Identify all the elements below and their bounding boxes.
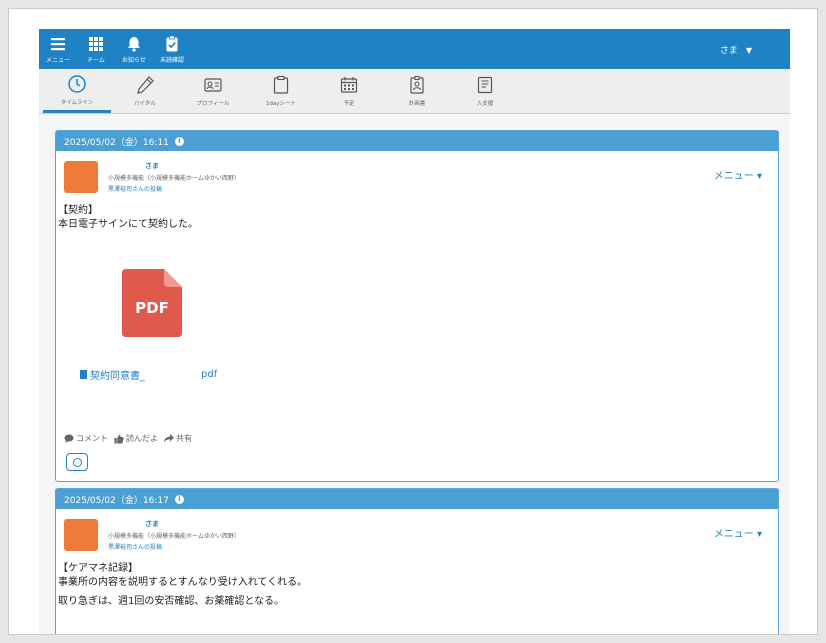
post-line: 事業所の内容を説明するとすんなり受け入れてくれる。	[58, 577, 308, 588]
author-post-label[interactable]: 黒澤裕司さんの投稿	[108, 542, 162, 551]
menu-label: メニュー	[45, 56, 70, 64]
tab-schedule[interactable]: 予定	[315, 69, 383, 113]
bell-icon	[128, 36, 140, 52]
tab-label: 1dayシート	[265, 101, 297, 107]
tab-profile[interactable]: プロフィール	[179, 69, 247, 113]
pen-icon	[137, 76, 154, 94]
attachment-extension[interactable]: pdf	[201, 369, 217, 380]
comment-icon	[64, 434, 74, 443]
like-button[interactable]: 読んだよ	[114, 433, 158, 444]
tab-vital[interactable]: バイタル	[111, 69, 179, 113]
attachment-link[interactable]: 契約同意書_ pdf	[80, 367, 217, 382]
author-organization: 小規模多機能（小規模多機能ホームゆかい西野）	[108, 533, 240, 540]
post-line: 本日電子サインにて契約した。	[58, 219, 198, 230]
smiley-icon	[72, 457, 82, 467]
caret-down-icon: ▼	[745, 46, 752, 55]
post-datetime: 2025/05/02（金）16:17	[64, 495, 169, 506]
tab-label: 予定	[343, 101, 355, 107]
comment-button[interactable]: コメント	[64, 433, 108, 444]
top-navbar: メニュー チーム お知らせ 未読確認 さま ▼	[39, 29, 790, 69]
avatar[interactable]	[64, 161, 98, 193]
tab-timeline[interactable]: タイムライン	[43, 69, 111, 113]
post-header: 2025/05/02（金）16:17 i	[56, 489, 778, 509]
share-button[interactable]: 共有	[164, 433, 192, 444]
post-datetime: 2025/05/02（金）16:11	[64, 137, 169, 148]
unread-check-label: 未読確認	[159, 56, 184, 64]
team-button[interactable]: チーム	[77, 29, 115, 69]
post-line: 【契約】	[58, 205, 98, 216]
author-name[interactable]: さま	[145, 519, 159, 529]
comment-label: コメント	[76, 434, 108, 443]
tab-support[interactable]: 入支援	[451, 69, 519, 113]
timeline-post: 2025/05/02（金）16:17 i さま 小規模多機能（小規模多機能ホーム…	[55, 488, 779, 634]
author-name[interactable]: さま	[145, 161, 159, 171]
author-organization: 小規模多機能（小規模多機能ホームゆかい西野）	[108, 175, 240, 182]
notifications-label: お知らせ	[122, 56, 146, 64]
post-body: 【契約】 本日電子サインにて契約した。	[56, 195, 778, 232]
clipboard-icon	[273, 75, 289, 94]
post-menu-button[interactable]: メニュー ▾	[714, 525, 762, 540]
team-label: チーム	[87, 56, 105, 64]
file-icon	[80, 370, 87, 379]
notifications-button[interactable]: お知らせ	[115, 29, 153, 69]
post-author: さま 小規模多機能（小規模多機能ホームゆかい西野） 黒澤裕司さんの投稿 メニュー…	[56, 151, 778, 195]
badge-icon	[410, 76, 424, 94]
tab-label: プロフィール	[196, 101, 230, 107]
post-line: 【ケアマネ記録】	[58, 563, 138, 574]
share-label: 共有	[176, 434, 192, 443]
menu-button[interactable]: メニュー	[39, 29, 77, 69]
clipboard-check-icon	[166, 35, 178, 51]
hamburger-icon	[51, 37, 65, 50]
info-icon[interactable]: i	[174, 136, 184, 146]
tab-label: 計画書	[408, 101, 426, 107]
reaction-button[interactable]	[66, 453, 88, 471]
book-icon	[477, 76, 493, 94]
timeline-post: 2025/05/02（金）16:11 i さま 小規模多機能（小規模多機能ホーム…	[55, 130, 779, 482]
tab-label: 入支援	[476, 101, 494, 107]
grid-icon	[89, 36, 103, 51]
pdf-label: PDF	[135, 299, 169, 317]
tab-1day-sheet[interactable]: 1dayシート	[247, 69, 315, 113]
calendar-icon	[340, 77, 358, 93]
user-name: さま	[719, 46, 738, 56]
id-card-icon	[204, 78, 222, 92]
thumbs-up-icon	[114, 434, 124, 443]
tab-label: タイムライン	[60, 99, 94, 106]
avatar[interactable]	[64, 519, 98, 551]
timeline-feed: 2025/05/02（金）16:11 i さま 小規模多機能（小規模多機能ホーム…	[39, 114, 790, 634]
author-post-label[interactable]: 黒澤裕司さんの投稿	[108, 184, 162, 193]
clock-icon	[68, 74, 86, 93]
tab-plan[interactable]: 計画書	[383, 69, 451, 113]
post-header: 2025/05/02（金）16:11 i	[56, 131, 778, 151]
screenshot-frame: メニュー チーム お知らせ 未読確認 さま▼ タイムライン バイタル プロフィ	[8, 8, 818, 635]
tab-label: バイタル	[134, 101, 156, 107]
like-label: 読んだよ	[126, 434, 158, 443]
post-line: 取り急ぎは、週1回の安否確認、お薬確認となる。	[58, 596, 285, 607]
post-menu-button[interactable]: メニュー ▾	[714, 167, 762, 182]
post-body: 【ケアマネ記録】 事業所の内容を説明するとすんなり受け入れてくれる。 取り急ぎは…	[56, 553, 778, 609]
unread-check-button[interactable]: 未読確認	[153, 29, 191, 69]
post-actions: コメント 読んだよ 共有	[64, 433, 192, 444]
pdf-file-icon[interactable]: PDF	[122, 269, 182, 337]
post-author: さま 小規模多機能（小規模多機能ホームゆかい西野） 黒澤裕司さんの投稿 メニュー…	[56, 509, 778, 553]
attachment-name[interactable]: 契約同意書_	[90, 367, 145, 382]
info-icon[interactable]: i	[174, 494, 184, 504]
user-menu[interactable]: さま ▼	[720, 43, 752, 56]
share-arrow-icon	[164, 434, 174, 443]
tab-bar: タイムライン バイタル プロフィール 1dayシート 予定 計画書 入支援	[39, 69, 790, 114]
